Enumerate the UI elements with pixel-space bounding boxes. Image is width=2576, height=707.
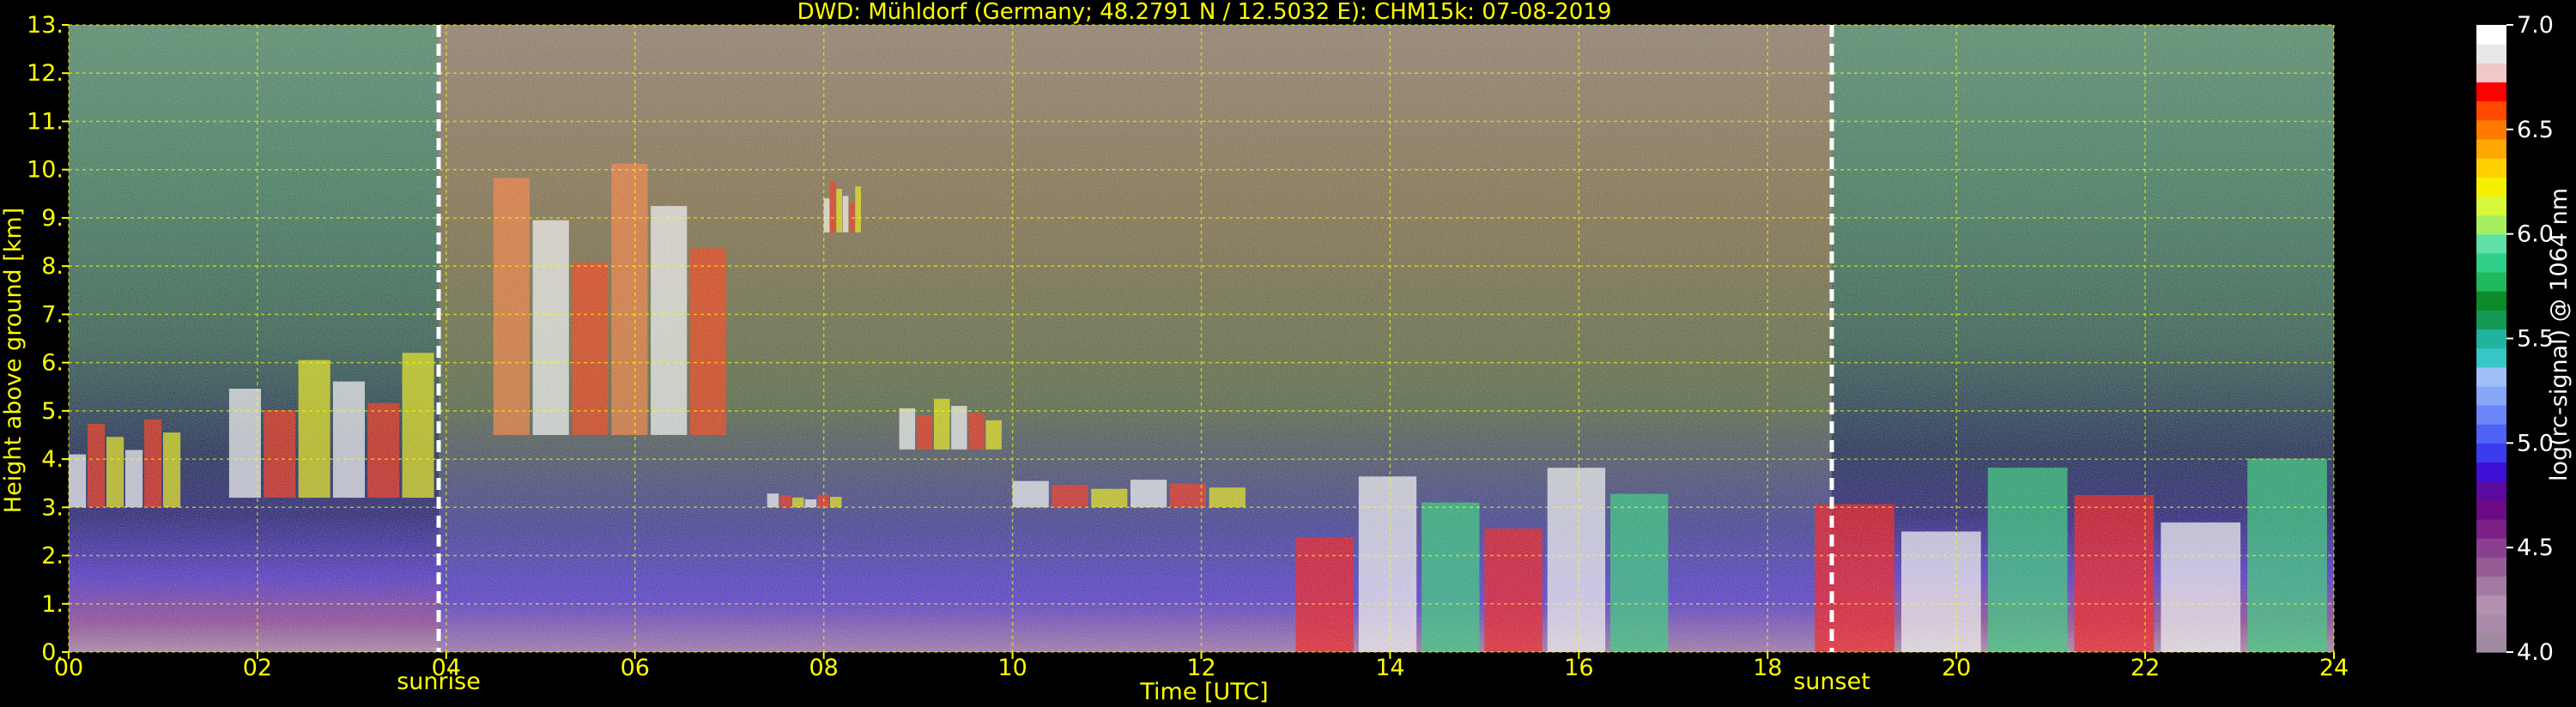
- y-tick-label: 7.: [41, 301, 64, 328]
- colorbar-cell: [2476, 385, 2506, 406]
- colorbar-cell: [2476, 366, 2506, 387]
- x-tick-label: 18: [1753, 655, 1782, 681]
- colorbar-cell: [2476, 138, 2506, 159]
- colorbar-cell: [2476, 158, 2506, 178]
- plot-area: [68, 24, 2335, 653]
- colorbar-cell: [2476, 329, 2506, 349]
- ceilometer-chart: 00 02 04 06 08 10 12 14 16 18 20 22 24 0.1.2.3.4.5.6…: [0, 0, 2573, 705]
- colorbar-cells: [2476, 25, 2506, 653]
- colorbar-cell: [2476, 63, 2506, 83]
- y-tick-label: 2.: [41, 543, 64, 570]
- colorbar-cell: [2476, 557, 2506, 577]
- colorbar-tick-label: 4.0: [2517, 639, 2554, 666]
- x-tick-label: 20: [1942, 655, 1971, 681]
- colorbar-cell: [2476, 424, 2506, 444]
- colorbar: 4.04.55.05.56.06.57.0 log(rc-signal) @ 1…: [2476, 12, 2573, 666]
- colorbar-cell: [2476, 177, 2506, 196]
- colorbar-cell: [2476, 518, 2506, 539]
- x-tick-label: 12: [1186, 655, 1215, 681]
- y-tick-label: 1.: [41, 591, 64, 618]
- colorbar-cell: [2476, 100, 2506, 121]
- colorbar-cell: [2476, 480, 2506, 501]
- colorbar-cell: [2476, 499, 2506, 520]
- y-tick-label: 9.: [41, 205, 64, 232]
- x-tick-label: 06: [621, 655, 650, 681]
- chart-title: DWD: Mühldorf (Germany; 48.2791 N / 12.5…: [797, 0, 1612, 25]
- colorbar-cell: [2476, 405, 2506, 425]
- colorbar-cell: [2476, 252, 2506, 273]
- colorbar-cell: [2476, 443, 2506, 463]
- y-axis-ticks: 0. 1. 2. 3. 4. 5. 6. 7. 8. 9. 10. 11. 12. 13.: [27, 12, 69, 666]
- x-tick-label: 16: [1564, 655, 1593, 681]
- x-tick-label: 24: [2319, 655, 2349, 681]
- colorbar-cell: [2476, 271, 2506, 292]
- annotation-label-sunset: sunset: [1793, 668, 1870, 695]
- colorbar-cell: [2476, 347, 2506, 368]
- colorbar-cell: [2476, 82, 2506, 102]
- colorbar-tick-label: 7.0: [2517, 12, 2554, 39]
- x-tick-label: 14: [1375, 655, 1404, 681]
- y-tick-label: 3.: [41, 494, 64, 521]
- x-tick-label: 10: [997, 655, 1027, 681]
- colorbar-cell: [2476, 462, 2506, 482]
- x-axis-label: Time [UTC]: [1139, 679, 1268, 705]
- x-tick-label: 22: [2131, 655, 2160, 681]
- y-tick-label: 6.: [41, 350, 64, 377]
- colorbar-cell: [2476, 25, 2506, 45]
- colorbar-tick-label: 4.5: [2517, 535, 2554, 561]
- colorbar-cell: [2476, 44, 2506, 63]
- annotation-label-sunrise: sunrise: [397, 668, 481, 695]
- x-tick-label: 08: [809, 655, 838, 681]
- y-tick-label: 0.: [41, 639, 64, 666]
- colorbar-cell: [2476, 538, 2506, 558]
- y-tick-label: 8.: [41, 253, 64, 280]
- y-tick-label: 11.: [27, 108, 64, 135]
- colorbar-cell: [2476, 632, 2506, 653]
- colorbar-cell: [2476, 196, 2506, 216]
- colorbar-cell: [2476, 215, 2506, 235]
- colorbar-cell: [2476, 233, 2506, 254]
- y-axis-label: Height above ground [km]: [0, 208, 27, 513]
- colorbar-cell: [2476, 119, 2506, 140]
- y-tick-label: 5.: [41, 398, 64, 425]
- colorbar-cell: [2476, 613, 2506, 634]
- y-tick-label: 12.: [27, 60, 64, 87]
- colorbar-cell: [2476, 595, 2506, 615]
- y-tick-label: 4.: [41, 446, 64, 473]
- colorbar-cell: [2476, 291, 2506, 311]
- colorbar-label: log(rc-signal) @ 1064 nm: [2546, 188, 2573, 481]
- x-tick-label: 02: [243, 655, 272, 681]
- colorbar-tick-label: 6.5: [2517, 117, 2554, 143]
- plot-noise: [69, 25, 2334, 652]
- y-tick-label: 10.: [27, 157, 64, 184]
- colorbar-cell: [2476, 576, 2506, 596]
- colorbar-cell: [2476, 310, 2506, 330]
- y-tick-label: 13.: [27, 12, 64, 39]
